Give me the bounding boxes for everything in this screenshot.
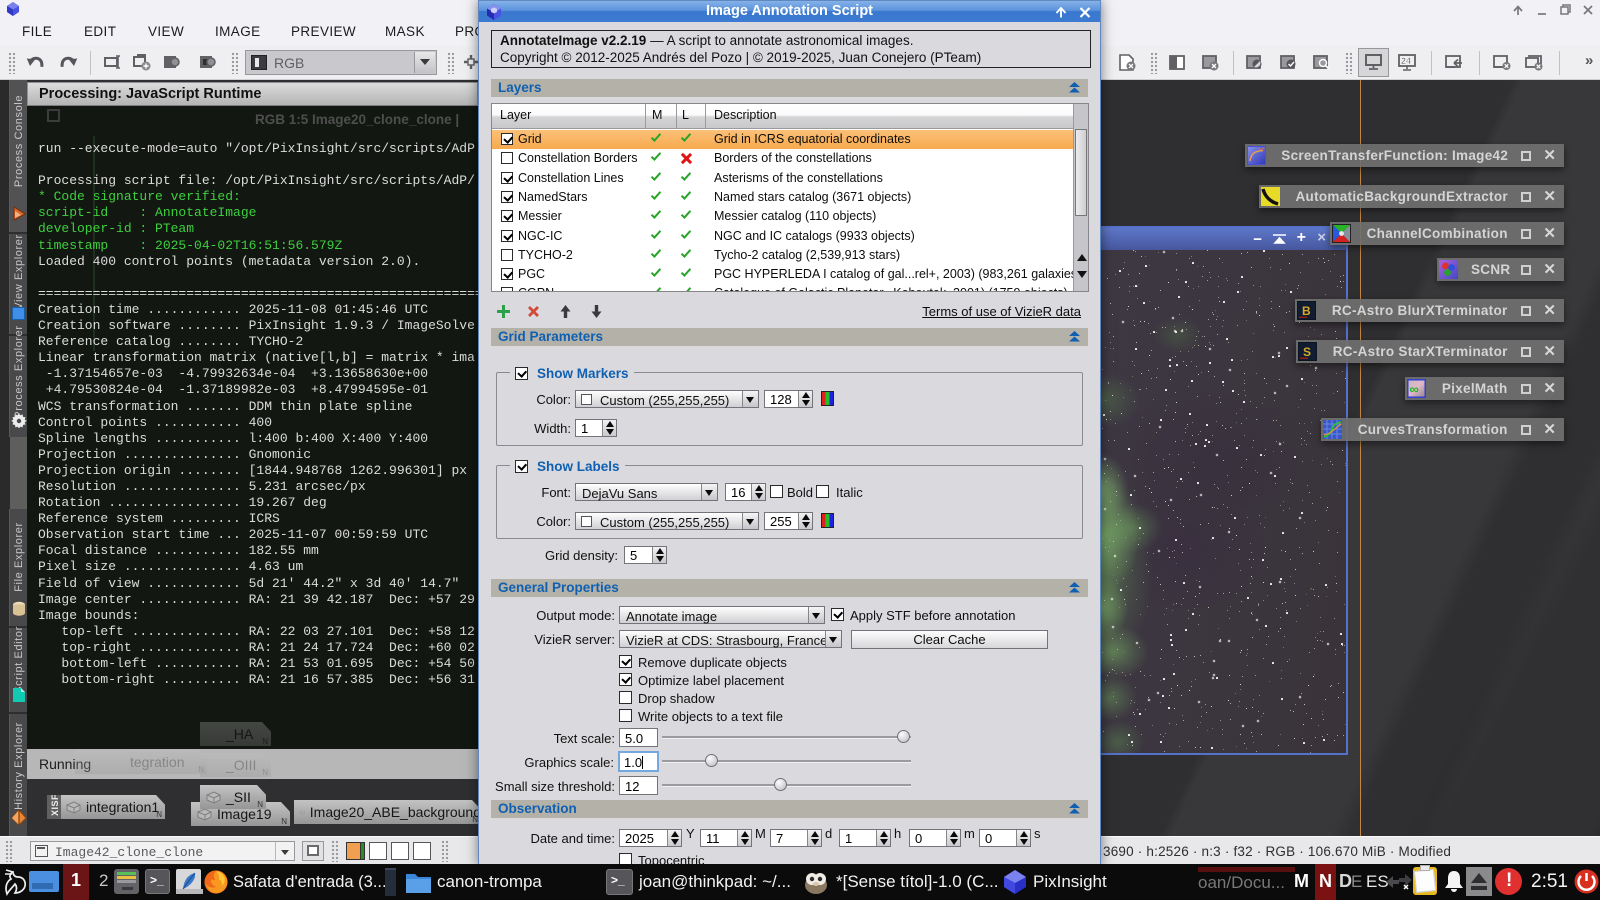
svg-text:24: 24: [1401, 56, 1411, 66]
svg-text:S: S: [1303, 345, 1311, 359]
svg-text:∞: ∞: [1410, 382, 1419, 397]
svg-text:B: B: [1302, 304, 1311, 318]
